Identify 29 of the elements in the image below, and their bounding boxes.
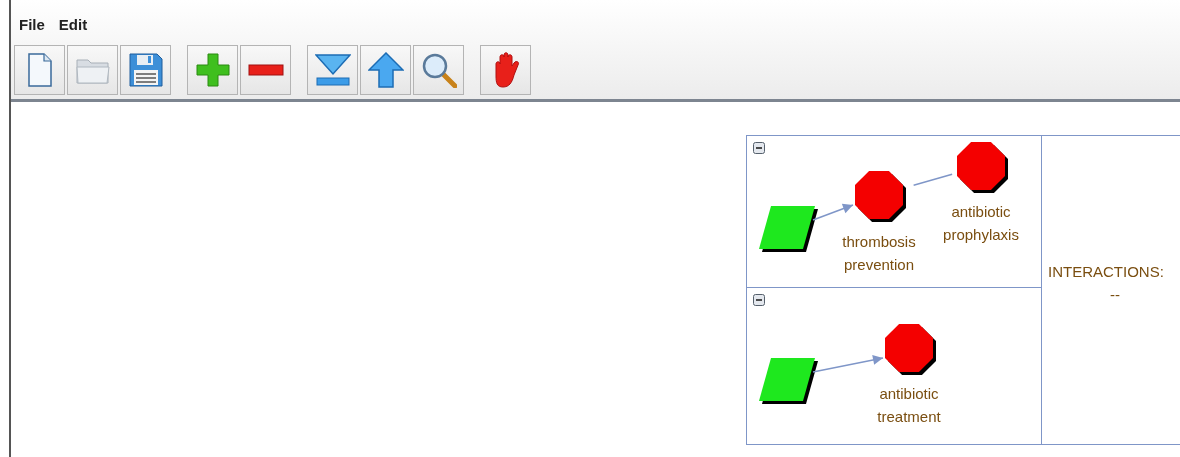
menu-item[interactable]: File	[19, 16, 45, 36]
stop-button[interactable]	[480, 45, 531, 95]
add-button[interactable]	[187, 45, 238, 95]
move-up-button[interactable]	[360, 45, 411, 95]
down-triangle-icon	[314, 54, 351, 86]
interactions-value: --	[1110, 285, 1120, 305]
search-icon	[420, 52, 457, 88]
new-button[interactable]	[14, 45, 65, 95]
plus-icon	[195, 53, 230, 87]
octagon-node	[855, 171, 906, 222]
octagon-node	[957, 142, 1008, 193]
collapse-icon[interactable]	[753, 142, 765, 154]
interactions-title: INTERACTIONS:	[1048, 262, 1164, 282]
minus-icon	[247, 64, 284, 76]
move-down-button[interactable]	[307, 45, 358, 95]
search-button[interactable]	[413, 45, 464, 95]
node-label: thrombosis prevention	[841, 232, 917, 275]
parallelogram-node	[759, 206, 818, 252]
collapse-icon[interactable]	[753, 294, 765, 306]
menu-item[interactable]: Edit	[58, 16, 88, 36]
node-label: antibiotic treatment	[876, 384, 942, 427]
remove-button[interactable]	[240, 45, 291, 95]
save-button[interactable]	[120, 45, 171, 95]
parallelogram-node	[759, 358, 818, 404]
document-icon	[26, 53, 53, 87]
folder-icon	[75, 56, 110, 84]
octagon-node	[885, 324, 936, 375]
up-arrow-icon	[367, 52, 404, 88]
node-label: antibiotic prophylaxis	[942, 202, 1020, 245]
